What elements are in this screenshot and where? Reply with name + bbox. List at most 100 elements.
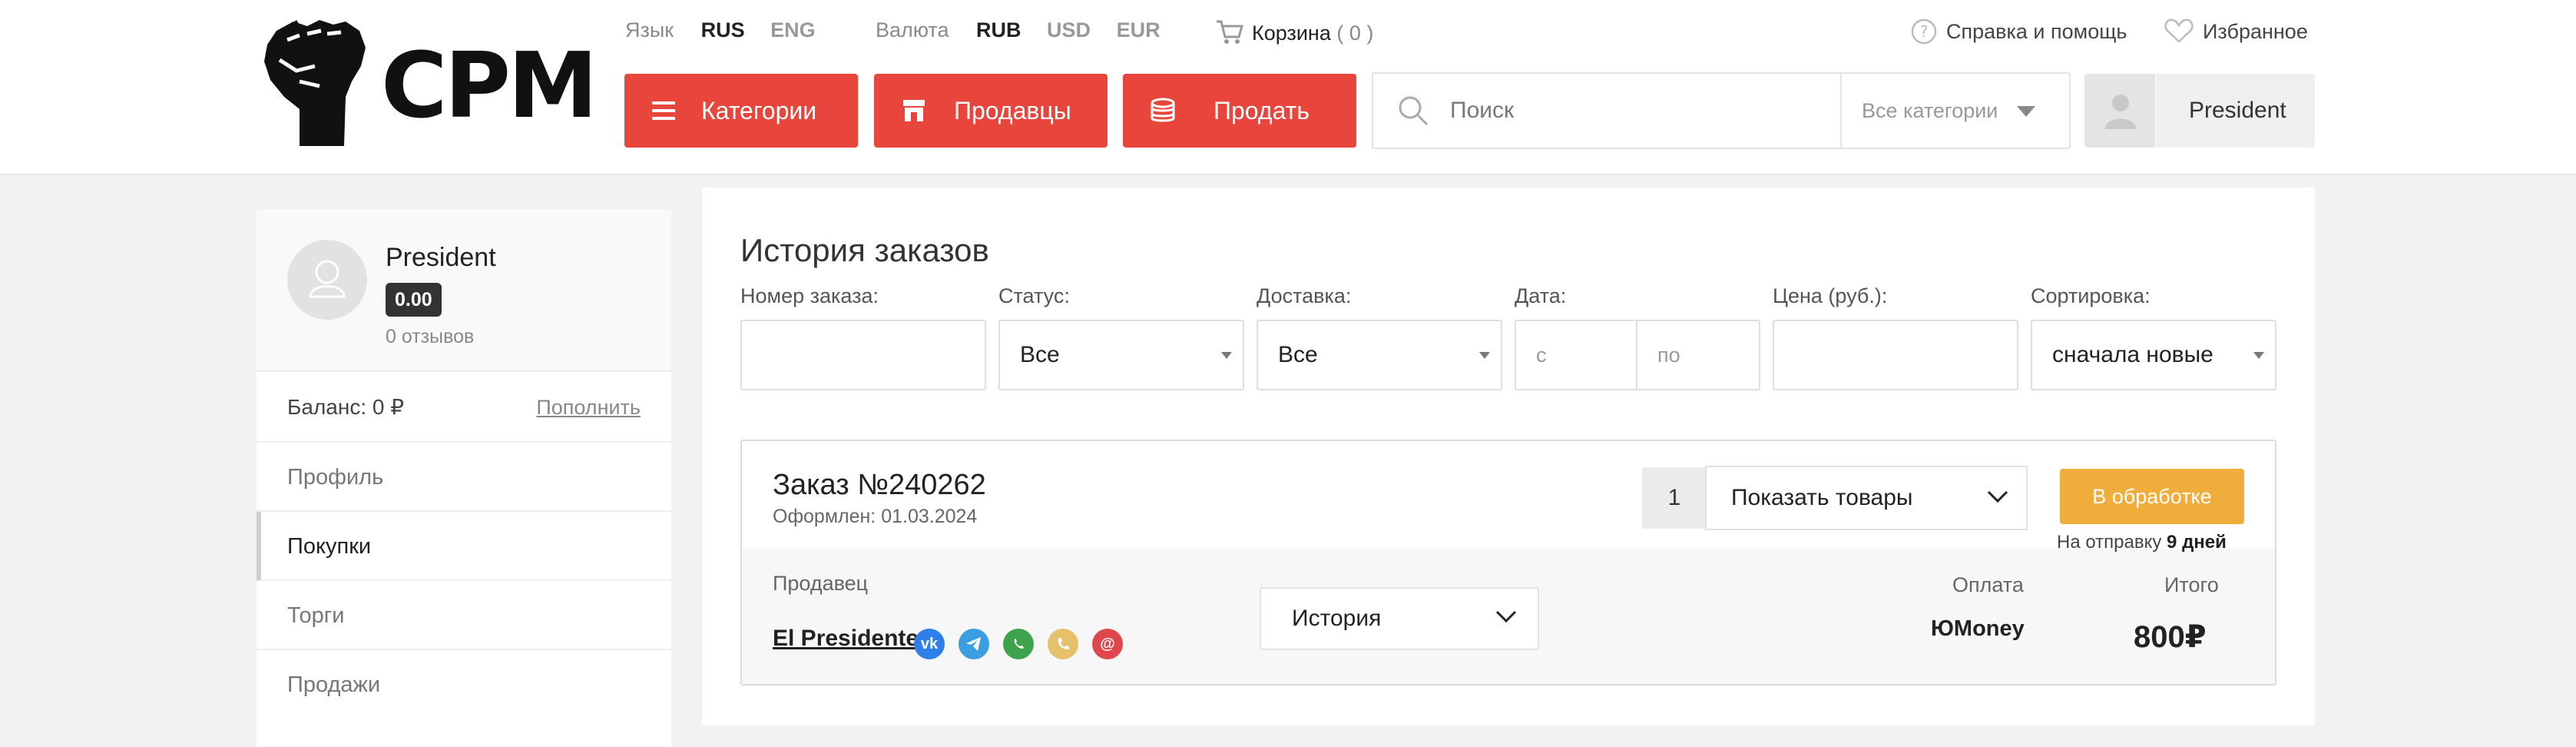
- favorites-link[interactable]: Избранное: [2164, 18, 2308, 44]
- cart-count: ( 0 ): [1336, 22, 1374, 45]
- chevron-down-icon: [1987, 490, 2008, 503]
- status-select[interactable]: Все: [998, 320, 1244, 390]
- currency-switcher: Валюта RUB USD EUR: [876, 18, 1161, 42]
- order-card: Заказ №240262 Оформлен: 01.03.2024 1 Пок…: [740, 440, 2276, 686]
- caret-down-icon: [1479, 352, 1490, 359]
- help-link[interactable]: ? Справка и помощь: [1911, 18, 2127, 45]
- coins-icon: [1151, 98, 1175, 122]
- currency-label: Валюта: [876, 18, 949, 42]
- search-divider: [1840, 74, 1842, 148]
- chevron-down-icon: [2017, 106, 2035, 117]
- total-label: Итого: [2164, 573, 2219, 596]
- history-dropdown[interactable]: История: [1260, 587, 1539, 650]
- delivery-value: Все: [1278, 342, 1318, 367]
- sidebar-item-profile[interactable]: Профиль: [257, 443, 671, 512]
- reviews-link[interactable]: 0 отзывов: [386, 326, 474, 348]
- order-number-label: Номер заказа:: [740, 284, 879, 307]
- search-category-select[interactable]: Все категории: [1862, 74, 1998, 148]
- cart-label: Корзина: [1252, 22, 1331, 45]
- categories-button[interactable]: Категории: [624, 74, 858, 148]
- delivery-select[interactable]: Все: [1257, 320, 1502, 390]
- caret-down-icon: [2253, 352, 2264, 359]
- search-input[interactable]: Поиск: [1450, 74, 1514, 148]
- sidebar-item-label: Продажи: [287, 672, 381, 697]
- categories-label: Категории: [701, 97, 817, 124]
- cart-icon: [1217, 20, 1243, 44]
- telegram-icon[interactable]: [959, 629, 989, 659]
- show-items-dropdown[interactable]: Показать товары: [1705, 466, 2028, 530]
- user-name: President: [2189, 98, 2286, 123]
- item-count-value: 1: [1667, 485, 1681, 510]
- status-value: Все: [1020, 342, 1060, 367]
- history-label: История: [1292, 606, 1382, 631]
- search-bar: Поиск Все категории: [1372, 72, 2071, 149]
- currency-usd[interactable]: USD: [1047, 18, 1091, 42]
- orders-panel: История заказов Номер заказа: Статус: Вс…: [702, 188, 2315, 725]
- whatsapp-icon[interactable]: [1003, 629, 1034, 659]
- language-switcher: Язык RUS ENG: [625, 18, 816, 42]
- language-label: Язык: [625, 18, 674, 42]
- date-to-input[interactable]: по: [1636, 320, 1760, 390]
- date-from-placeholder: с: [1536, 344, 1547, 367]
- date-from-input[interactable]: с: [1515, 320, 1637, 390]
- shipping-deadline: На отправку 9 дней: [2057, 532, 2227, 553]
- cart-link[interactable]: Корзина ( 0 ): [1215, 18, 1373, 45]
- rating-badge: 0.00: [386, 283, 442, 317]
- search-icon: [1399, 96, 1429, 126]
- sidebar-item-purchases[interactable]: Покупки: [257, 512, 671, 581]
- svg-text:?: ?: [1920, 22, 1929, 41]
- currency-rub[interactable]: RUB: [976, 18, 1021, 42]
- caret-down-icon: [1221, 352, 1232, 359]
- sellers-button[interactable]: Продавцы: [874, 74, 1108, 148]
- profile-name: President: [386, 243, 496, 272]
- sidebar-item-label: Торги: [287, 603, 345, 628]
- fist-logo-icon: [264, 20, 366, 146]
- favorites-label: Избранное: [2203, 20, 2308, 43]
- user-menu-button[interactable]: President: [2084, 74, 2315, 148]
- account-sidebar: President 0.00 0 отзывов Баланс: 0 ₽ Поп…: [257, 209, 671, 747]
- order-date: Оформлен: 01.03.2024: [773, 506, 978, 527]
- brand-name: CPM: [381, 32, 598, 138]
- sellers-label: Продавцы: [954, 97, 1071, 124]
- payment-label: Оплата: [1952, 573, 2024, 596]
- profile-avatar: [287, 240, 367, 320]
- page-title: История заказов: [740, 232, 989, 268]
- logo[interactable]: CPM: [253, 17, 598, 148]
- currency-eur[interactable]: EUR: [1117, 18, 1161, 42]
- topup-link[interactable]: Пополнить: [536, 372, 641, 443]
- sidebar-item-auctions[interactable]: Торги: [257, 581, 671, 650]
- vk-icon[interactable]: vk: [914, 629, 945, 659]
- sell-button[interactable]: Продать: [1123, 74, 1356, 148]
- sort-label: Сортировка:: [2031, 284, 2151, 307]
- email-icon[interactable]: @: [1092, 629, 1123, 659]
- price-label: Цена (руб.):: [1773, 284, 1888, 307]
- price-input[interactable]: [1773, 320, 2018, 390]
- order-number-input[interactable]: [740, 320, 986, 390]
- chevron-down-icon: [1495, 610, 1517, 623]
- sidebar-item-label: Покупки: [287, 534, 372, 559]
- balance-text: Баланс: 0 ₽: [287, 395, 405, 419]
- help-icon: ?: [1911, 18, 1937, 45]
- language-eng[interactable]: ENG: [770, 18, 816, 42]
- sell-label: Продать: [1214, 97, 1310, 124]
- sort-select[interactable]: сначала новые: [2031, 320, 2276, 390]
- order-item-count: 1: [1642, 467, 1707, 529]
- show-items-label: Показать товары: [1731, 485, 1913, 510]
- sidebar-item-sales[interactable]: Продажи: [257, 650, 671, 719]
- shipping-days: 9 дней: [2167, 532, 2227, 553]
- language-rus[interactable]: RUS: [701, 18, 745, 42]
- seller-label: Продавец: [773, 572, 869, 595]
- sort-value: сначала новые: [2052, 342, 2213, 367]
- avatar: [2084, 74, 2157, 148]
- order-total: 800₽: [2134, 620, 2207, 654]
- order-number: Заказ №240262: [773, 469, 986, 501]
- phone-icon[interactable]: [1048, 629, 1078, 659]
- status-badge[interactable]: В обработке: [2060, 469, 2244, 524]
- site-header: CPM Язык RUS ENG Валюта RUB USD EUR Корз…: [0, 0, 2576, 175]
- date-to-placeholder: по: [1657, 344, 1680, 367]
- seller-link[interactable]: El Presidente: [773, 626, 919, 652]
- payment-method: ЮMoney: [1931, 616, 2025, 641]
- status-label: Статус:: [998, 284, 1070, 307]
- balance-row: Баланс: 0 ₽ Пополнить: [257, 372, 671, 443]
- user-icon: [2105, 95, 2136, 129]
